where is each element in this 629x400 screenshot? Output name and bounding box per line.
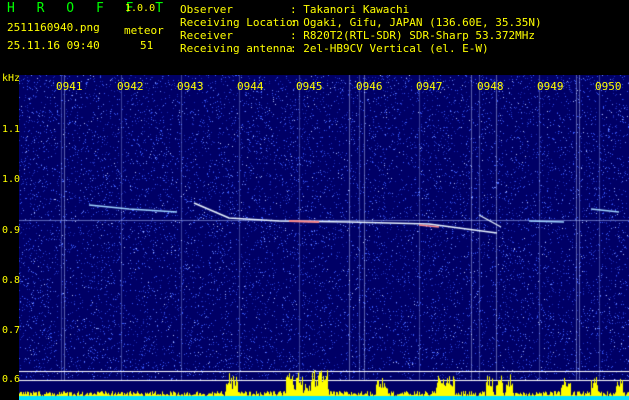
time-label-0943: 0943 <box>177 80 204 93</box>
time-label-0945: 0945 <box>296 80 323 93</box>
time-label-0949: 0949 <box>537 80 564 93</box>
observer-label: Observer <box>180 3 233 16</box>
receiver-row: Receiver : R820T2(RTL-SDR) SDR-Sharp 53.3… <box>180 29 542 42</box>
antenna-row: Receiving antenna: 2el-HB9CV Vertical (e… <box>180 42 542 55</box>
y-tick-0-9: 0.9 <box>2 225 21 236</box>
observer-row: Observer : Takanori Kawachi <box>180 3 542 16</box>
app-version: 1.0.0 <box>125 3 156 14</box>
observer-value: : Takanori Kawachi <box>290 3 410 16</box>
meteor-count: 51 <box>140 39 154 52</box>
image-filename: 2511160940.png <box>7 21 100 34</box>
location-label: Receiving Location <box>180 16 300 29</box>
y-tick-1-1: 1.1 <box>2 124 21 135</box>
antenna-value: : 2el-HB9CV Vertical (el. E-W) <box>290 42 489 55</box>
y-tick-0-7: 0.7 <box>2 325 21 336</box>
y-unit-label: kHz <box>2 73 21 84</box>
y-tick-0-8: 0.8 <box>2 275 21 286</box>
timestamp: 25.11.16 09:40 <box>7 39 100 52</box>
spectrogram-canvas <box>19 75 629 400</box>
receiver-value: : R820T2(RTL-SDR) SDR-Sharp 53.372MHz <box>290 29 536 42</box>
location-row: Receiving Location: Ogaki, Gifu, JAPAN (… <box>180 16 542 29</box>
y-tick-0-6: 0.6 <box>2 374 21 385</box>
time-label-0941: 0941 <box>56 80 83 93</box>
time-label-0942: 0942 <box>117 80 144 93</box>
time-label-0946: 0946 <box>356 80 383 93</box>
header-panel: H R O F F T 1.0.0 2511160940.png 25.11.1… <box>0 0 629 74</box>
time-label-0944: 0944 <box>237 80 264 93</box>
receiver-label: Receiver <box>180 29 233 42</box>
antenna-label: Receiving antenna <box>180 42 293 55</box>
time-label-0950: 0950 <box>595 80 622 93</box>
meteor-label: meteor <box>124 24 164 37</box>
location-value: : Ogaki, Gifu, JAPAN (136.60E, 35.35N) <box>290 16 542 29</box>
y-tick-1-0: 1.0 <box>2 174 21 185</box>
time-label-0947: 0947 <box>416 80 443 93</box>
time-label-0948: 0948 <box>477 80 504 93</box>
station-info: Observer : Takanori Kawachi Receiving Loc… <box>180 3 542 55</box>
